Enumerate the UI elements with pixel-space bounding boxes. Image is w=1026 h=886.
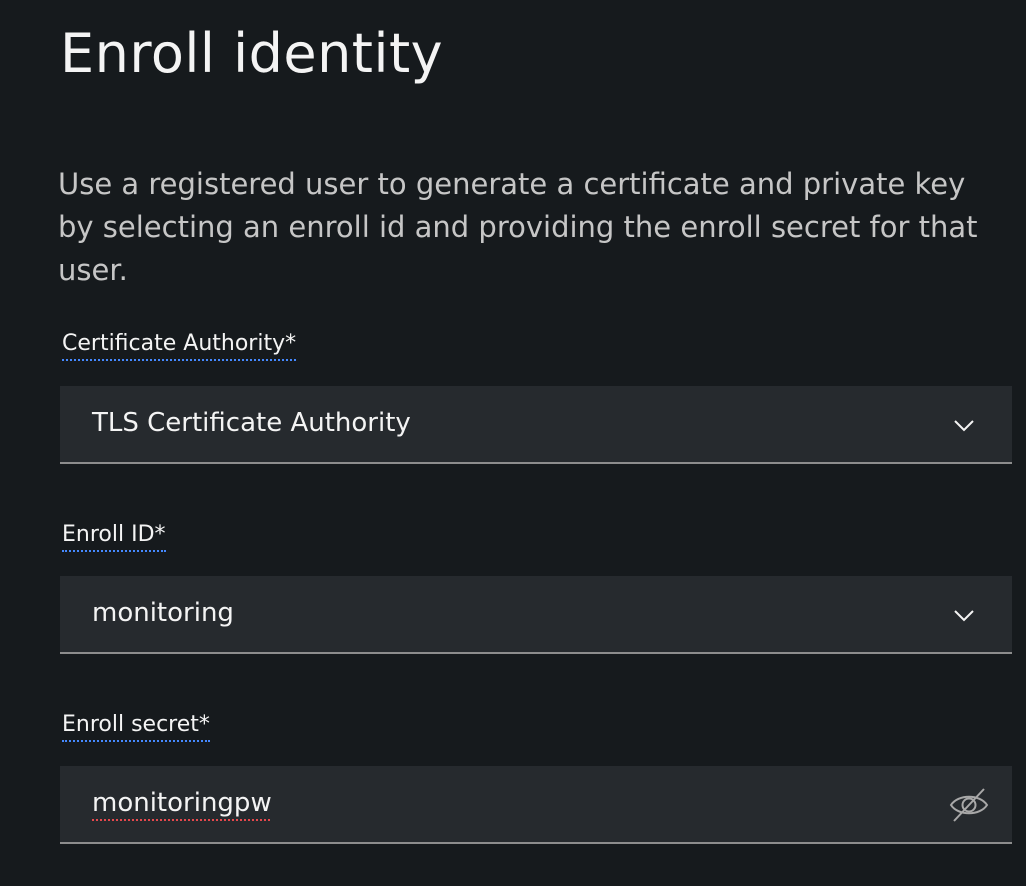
certificate-authority-selected-value: TLS Certificate Authority: [92, 408, 411, 438]
enroll-secret-value[interactable]: monitoringpw: [92, 788, 272, 818]
enroll-id-label[interactable]: Enroll ID*: [62, 522, 166, 552]
certificate-authority-dropdown[interactable]: TLS Certificate Authority: [60, 386, 1012, 464]
enroll-id-dropdown[interactable]: monitoring: [60, 576, 1012, 654]
enroll-secret-input[interactable]: monitoringpw: [60, 766, 1012, 844]
eye-off-icon[interactable]: [948, 784, 990, 826]
certificate-authority-label[interactable]: Certificate Authority*: [62, 331, 297, 361]
enroll-id-selected-value: monitoring: [92, 598, 234, 628]
enroll-secret-label[interactable]: Enroll secret*: [62, 712, 210, 742]
page-title: Enroll identity: [60, 22, 444, 85]
chevron-down-icon[interactable]: [952, 413, 976, 437]
enroll-identity-panel: Enroll identity Use a registered user to…: [0, 0, 1026, 886]
page-description: Use a registered user to generate a cert…: [58, 167, 978, 287]
chevron-down-icon[interactable]: [952, 603, 976, 627]
